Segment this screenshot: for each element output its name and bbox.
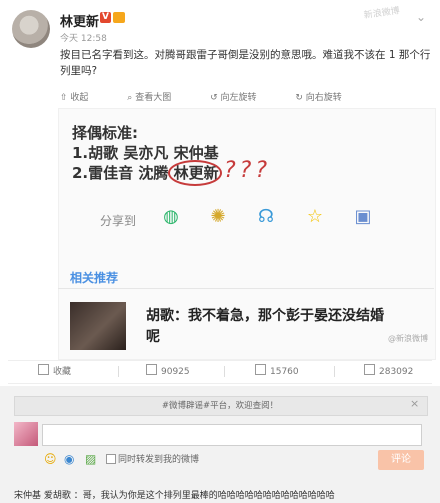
username[interactable]: 林更新 <box>60 11 99 30</box>
submit-comment-button[interactable]: 评论 <box>378 450 424 470</box>
divider <box>118 366 119 377</box>
notice-text[interactable]: #微博辟谣#平台，欢迎查阅！ <box>0 399 440 411</box>
comment-input[interactable] <box>42 424 422 446</box>
collect-button[interactable]: 收藏 <box>38 364 71 377</box>
divider <box>58 288 434 289</box>
wechat-icon[interactable]: ◍ <box>160 206 182 228</box>
repost-icon <box>146 364 157 375</box>
related-title[interactable]: 胡歌：我不着急，那个彭于晏还没结婚呢 <box>146 306 386 348</box>
rotate-right-button[interactable]: ↻ 向右旋转 <box>295 93 359 103</box>
commenter-avatar <box>14 422 38 446</box>
post-timestamp[interactable]: 今天 12:58 <box>60 31 107 44</box>
red-circle-annotation <box>168 160 222 186</box>
emoji-icon[interactable]: ☺ <box>44 452 57 466</box>
related-thumbnail[interactable] <box>70 302 126 350</box>
like-button[interactable]: 283092 <box>364 364 413 377</box>
qzone-star-icon[interactable]: ☆ <box>304 206 326 228</box>
comment-icon <box>255 364 266 375</box>
next-comment: 宋仲基 爱胡歌 ：哥，我认为你是这个排列里最棒的哈哈哈哈哈哈哈哈哈哈哈哈哈 <box>14 491 335 501</box>
rotate-left-button[interactable]: ↺ 向左旋转 <box>210 93 274 103</box>
mention-icon[interactable]: ◉ <box>64 452 74 466</box>
divider <box>224 366 225 377</box>
moments-icon[interactable]: ✺ <box>207 206 229 228</box>
related-label: 相关推荐 <box>70 271 119 285</box>
comment-button[interactable]: 15760 <box>255 364 299 377</box>
user-avatar[interactable] <box>12 10 50 48</box>
member-crown-icon <box>113 12 125 23</box>
image-share-icon[interactable]: ▣ <box>352 206 374 228</box>
thumbs-up-icon <box>364 364 375 375</box>
question-marks-annotation: ??? <box>224 158 272 183</box>
divider <box>334 366 335 377</box>
image-action-bar: ⇧ 收起 ⌕ 查看大图 ↺ 向左旋转 ↻ 向右旋转 <box>60 90 432 104</box>
repost-button[interactable]: 90925 <box>146 364 190 377</box>
view-large-button[interactable]: ⌕ 查看大图 <box>127 93 189 103</box>
related-watermark: @新浪微博 <box>388 334 428 343</box>
qq-icon[interactable]: ☊ <box>255 206 277 228</box>
repost-checkbox-label[interactable]: 同时转发到我的微博 <box>118 452 199 465</box>
star-icon <box>38 364 49 375</box>
standard-title: 择偶标准: <box>72 124 138 142</box>
close-icon[interactable]: × <box>410 397 419 410</box>
image-icon[interactable]: ▨ <box>85 452 96 466</box>
share-label: 分享到 <box>100 214 137 228</box>
post-text: 按目已名字看到这。对腾哥跟雷子哥倒是没别的意思哦。难道我不该在 1 那个行列里吗… <box>60 49 431 77</box>
repost-checkbox[interactable] <box>106 454 116 464</box>
verified-badge: V <box>100 12 111 23</box>
collapse-button[interactable]: ⇧ 收起 <box>60 93 106 103</box>
